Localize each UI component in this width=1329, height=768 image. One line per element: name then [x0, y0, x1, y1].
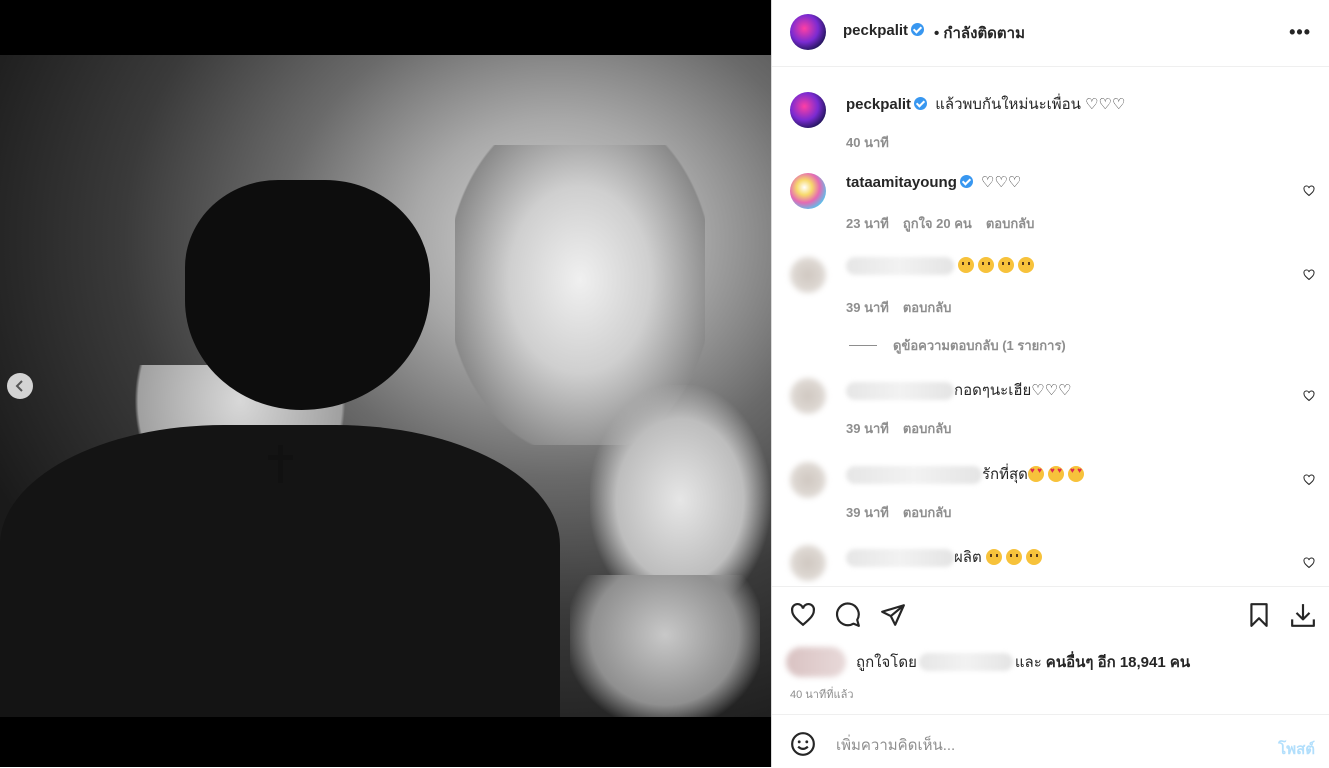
- blurred-username: [846, 382, 954, 401]
- sad-face-icon: [958, 257, 975, 273]
- follow-status[interactable]: • กำลังติดตาม: [934, 21, 1025, 45]
- caption-username[interactable]: peckpalit: [846, 96, 911, 113]
- like-heart-icon[interactable]: [790, 602, 816, 628]
- heart-eyes-icon: [1067, 466, 1084, 482]
- reply-button[interactable]: ตอบกลับ: [903, 297, 952, 318]
- share-icon[interactable]: [880, 602, 906, 628]
- sad-face-icon: [1018, 257, 1035, 273]
- avatar[interactable]: [790, 462, 826, 498]
- chevron-left-icon: [15, 380, 23, 392]
- avatar[interactable]: [790, 378, 826, 414]
- verified-badge-icon: [959, 175, 973, 188]
- sad-face-icon: [1005, 549, 1022, 565]
- comment-likes[interactable]: ถูกใจ 20 คน: [903, 213, 972, 234]
- likes-count-link[interactable]: คนอื่นๆ อีก 18,941 คน: [1046, 650, 1190, 674]
- carousel-prev-button[interactable]: [7, 373, 33, 399]
- heart-icon[interactable]: [1303, 557, 1315, 569]
- comment-text: กอดๆนะเฮีย♡♡♡: [954, 382, 1072, 399]
- likes-and: และ: [1014, 654, 1042, 671]
- sad-face-icon: [998, 257, 1015, 273]
- comment-time: 39 นาที: [846, 421, 889, 436]
- heart-icon[interactable]: [1303, 185, 1315, 197]
- more-options-icon[interactable]: •••: [1289, 22, 1311, 43]
- blurred-avatar: [786, 647, 846, 677]
- blurred-username: [846, 257, 954, 276]
- comment-text: ♡♡♡: [981, 174, 1022, 191]
- post-panel: peckpalit • กำลังติดตาม ••• peckpalit แล…: [771, 0, 1329, 767]
- emoji-icon[interactable]: [790, 731, 816, 757]
- post-media: [0, 0, 771, 767]
- likes-prefix: ถูกใจโดย: [856, 654, 917, 671]
- post-photo[interactable]: [0, 55, 771, 717]
- face-mask: [185, 180, 430, 410]
- comment-time: 23 นาที: [846, 216, 889, 231]
- heart-icon[interactable]: [1303, 269, 1315, 281]
- comment-time: 39 นาที: [846, 505, 889, 520]
- likes-summary: ถูกใจโดย และ คนอื่นๆ อีก 18,941 คน: [786, 647, 1190, 677]
- comment-icon[interactable]: [835, 602, 861, 628]
- bookmark-icon[interactable]: [1246, 602, 1272, 628]
- avatar[interactable]: [790, 545, 826, 581]
- post-header: peckpalit • กำลังติดตาม •••: [772, 0, 1329, 67]
- comment-input[interactable]: [834, 729, 1238, 761]
- header-username[interactable]: peckpalit: [843, 22, 908, 39]
- cross-tattoo: [266, 445, 296, 485]
- avatar[interactable]: [790, 173, 826, 209]
- reply-button[interactable]: ตอบกลับ: [903, 418, 952, 439]
- comments-list: peckpalit แล้วพบกันใหม่นะเพื่อน ♡♡♡ 40 น…: [772, 67, 1329, 585]
- sad-face-icon: [1025, 549, 1042, 565]
- avatar[interactable]: [790, 257, 826, 293]
- verified-badge-icon: [914, 97, 928, 110]
- heart-eyes-icon: [1047, 466, 1064, 482]
- comment-emojis: [958, 257, 1038, 274]
- comment-text: รักที่สุด: [982, 466, 1028, 483]
- view-replies-button[interactable]: ดูข้อความตอบกลับ (1 รายการ): [849, 335, 1066, 356]
- comment-username[interactable]: tataamitayoung: [846, 174, 957, 191]
- reply-button[interactable]: ตอบกลับ: [986, 213, 1035, 234]
- sad-face-icon: [985, 549, 1002, 565]
- reply-button[interactable]: ตอบกลับ: [903, 502, 952, 523]
- post-time[interactable]: 40 นาทีที่แล้ว: [790, 685, 854, 703]
- verified-badge-icon: [911, 23, 925, 36]
- avatar[interactable]: [790, 92, 826, 128]
- download-icon[interactable]: [1290, 602, 1316, 628]
- post-actions: ถูกใจโดย และ คนอื่นๆ อีก 18,941 คน 40 นา…: [772, 586, 1329, 715]
- avatar[interactable]: [790, 14, 826, 50]
- caption-time: 40 นาที: [846, 135, 889, 150]
- heart-eyes-icon: [1027, 466, 1044, 482]
- heart-icon[interactable]: [1303, 390, 1315, 402]
- heart-icon[interactable]: [1303, 474, 1315, 486]
- blurred-username: [846, 549, 954, 568]
- post-comment-button[interactable]: โพสต์: [1278, 737, 1315, 761]
- comment-text: ผลิต: [954, 549, 982, 566]
- blurred-username: [918, 653, 1013, 671]
- comment-time: 39 นาที: [846, 300, 889, 315]
- caption-text: แล้วพบกันใหม่นะเพื่อน ♡♡♡: [935, 96, 1126, 113]
- sad-face-icon: [978, 257, 995, 273]
- add-comment-bar: โพสต์: [772, 714, 1329, 768]
- blurred-username: [846, 466, 982, 485]
- view-replies-label: ดูข้อความตอบกลับ (1 รายการ): [893, 338, 1066, 353]
